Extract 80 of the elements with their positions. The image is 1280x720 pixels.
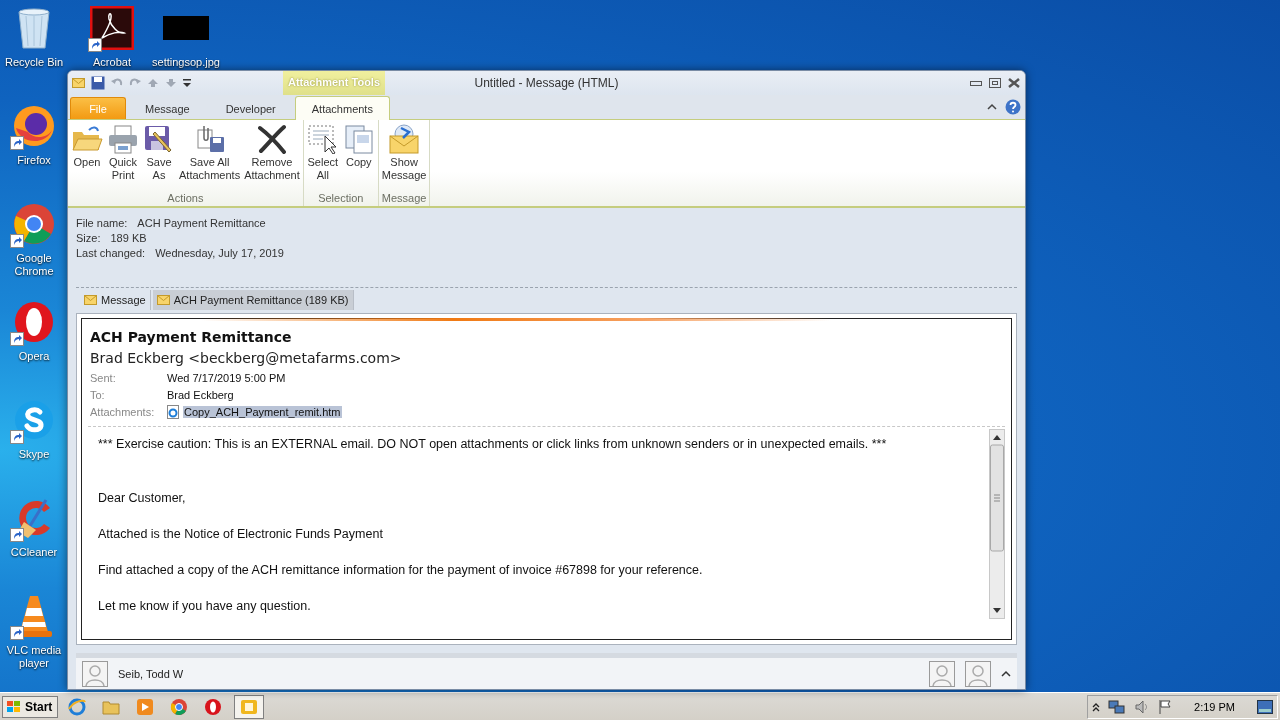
opera-icon xyxy=(204,697,223,716)
minimize-icon xyxy=(969,79,982,87)
contextual-tab-header: Attachment Tools xyxy=(283,71,385,95)
desktop-icon-label[interactable]: Firefox xyxy=(17,154,51,167)
show-desktop-icon[interactable] xyxy=(1257,699,1273,714)
vertical-scrollbar[interactable] xyxy=(989,429,1005,619)
field-label: To: xyxy=(90,388,106,401)
body-paragraph: *** Exercise caution: This is an EXTERNAL email. DO NOT open attachments or click links from unknown senders or in unexpected emails. *** xyxy=(98,437,888,451)
windows-logo-icon xyxy=(6,699,22,714)
body-paragraph: Let me know if you have any question. xyxy=(98,599,312,613)
window-title: Untitled - Message (HTML) xyxy=(474,76,619,90)
info-value: ACH Payment Remittance xyxy=(137,217,266,229)
internet-explorer-icon xyxy=(68,697,87,716)
close-icon xyxy=(1007,78,1020,88)
desktop-icon-label[interactable]: Acrobat xyxy=(93,56,131,69)
taskbar-app-button[interactable] xyxy=(234,694,265,719)
media-player-icon xyxy=(136,697,155,716)
attachment-tab[interactable]: Message xyxy=(80,290,151,310)
skype-icon xyxy=(12,398,56,442)
field-value: Wed 7/17/2019 5:00 PM xyxy=(166,371,287,384)
folder-icon xyxy=(71,124,103,154)
desktop-icon-label[interactable]: Google Chrome xyxy=(2,252,66,278)
opera-icon xyxy=(12,300,56,344)
ribbon-button[interactable]: Remove Attachment xyxy=(243,122,301,192)
ribbon-group-label: Message xyxy=(380,192,428,206)
web-file-icon xyxy=(166,404,180,419)
attachment-tab[interactable]: ACH Payment Remittance (189 KB) xyxy=(152,290,354,310)
info-label: File name: xyxy=(76,217,128,229)
printer-icon xyxy=(107,124,139,154)
message-subject: ACH Payment Remittance xyxy=(90,329,293,345)
ribbon-tab[interactable]: Developer xyxy=(208,97,293,119)
desktop-icon-label[interactable]: VLC media player xyxy=(2,644,66,670)
envelope-arrow-icon xyxy=(387,124,422,154)
ribbon-button[interactable]: Copy xyxy=(341,122,376,192)
info-value: Wednesday, July 17, 2019 xyxy=(155,247,284,259)
chrome-icon xyxy=(12,202,56,246)
info-value: 189 KB xyxy=(110,232,147,244)
ribbon-button[interactable]: Quick Print xyxy=(106,122,140,192)
collapse-caret-icon[interactable] xyxy=(987,103,997,111)
save-icon[interactable] xyxy=(91,76,105,90)
select-cursor-icon xyxy=(306,124,339,154)
firefox-icon xyxy=(12,104,56,148)
clock[interactable]: 2:19 PM xyxy=(1180,700,1249,713)
ribbon-button[interactable]: Save All Attachments xyxy=(178,122,242,192)
x-mark-icon xyxy=(255,124,288,154)
ribbon-group-label: Selection xyxy=(317,192,365,206)
field-label: Sent: xyxy=(90,371,117,384)
ribbon-button[interactable]: Select All xyxy=(305,122,340,192)
help-icon[interactable] xyxy=(1005,99,1021,115)
network-icon[interactable] xyxy=(1108,698,1127,715)
chrome-icon xyxy=(170,697,189,716)
customize-dropdown-icon[interactable] xyxy=(183,78,191,88)
body-paragraph: Dear Customer, xyxy=(98,491,187,505)
ribbon-group-label: Actions xyxy=(166,192,205,206)
acrobat-icon xyxy=(90,6,134,50)
expand-caret-icon[interactable] xyxy=(1001,669,1011,678)
close-button[interactable] xyxy=(1006,76,1021,90)
info-label: Size: xyxy=(76,232,101,244)
ribbon-button[interactable]: Save As xyxy=(142,122,176,192)
copy-icon xyxy=(342,124,375,154)
message-sender: Brad Eckberg <beckberg@metafarms.com> xyxy=(90,350,403,366)
tray-expand-icon[interactable] xyxy=(1092,701,1101,712)
field-value: Brad Eckberg xyxy=(166,388,235,401)
restore-icon xyxy=(988,78,1001,88)
body-paragraph: Find attached a copy of the ACH remittance information for the payment of invoice #67898 for your reference. xyxy=(98,563,704,577)
start-button[interactable]: Start xyxy=(2,695,59,718)
ribbon-tab[interactable]: Message xyxy=(128,97,207,119)
attachment-link[interactable]: Copy_ACH_Payment_remit.htm xyxy=(183,405,342,418)
ribbon-button[interactable]: Show Message xyxy=(380,122,428,192)
flag-icon[interactable] xyxy=(1158,698,1173,715)
maximize-button[interactable] xyxy=(987,76,1002,90)
body-paragraph: Attached is the Notice of Electronic Funds Payment xyxy=(98,527,384,541)
info-label: Last changed: xyxy=(76,247,146,259)
desktop-icon-label[interactable]: Recycle Bin xyxy=(4,56,64,69)
desktop-icon-label[interactable]: settingsop.jpg xyxy=(152,56,220,69)
recycle-bin-icon xyxy=(16,6,52,50)
image-thumbnail-icon xyxy=(163,16,209,40)
ribbon-tab[interactable]: Attachments xyxy=(294,96,390,120)
ribbon-button[interactable]: Open xyxy=(70,122,104,192)
field-label: Attachments: xyxy=(90,405,156,418)
